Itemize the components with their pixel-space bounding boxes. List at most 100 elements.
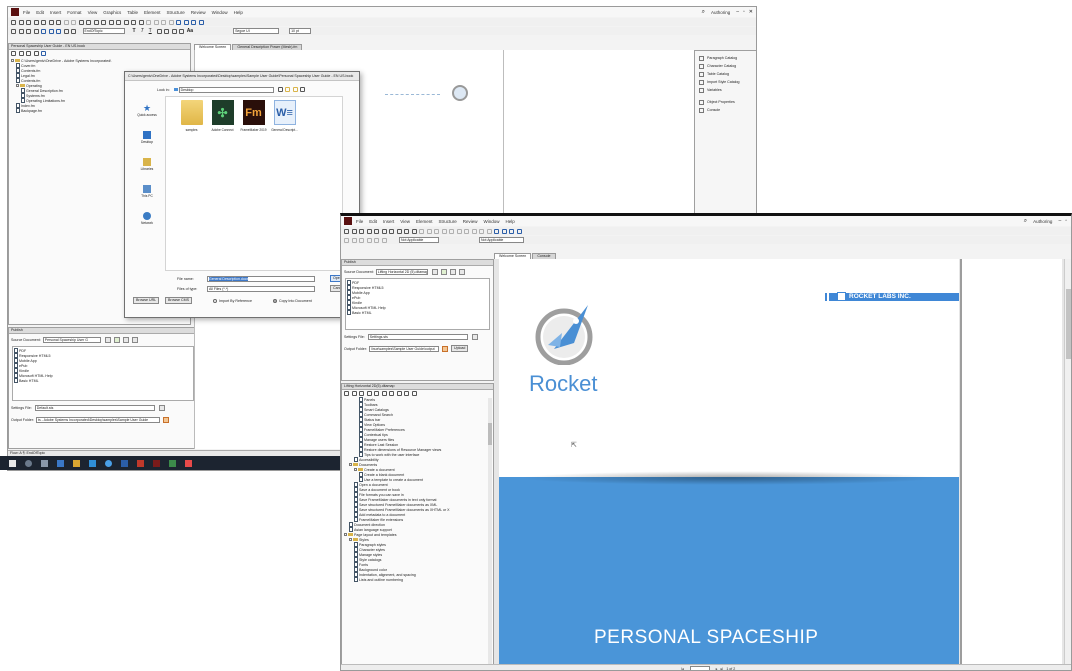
copy-into-document-radio[interactable] (273, 298, 277, 303)
track-changes-icon[interactable] (146, 19, 151, 25)
table-icon[interactable] (41, 28, 46, 34)
ditamap-scroll-thumb[interactable] (488, 423, 492, 445)
place-libraries[interactable]: Libraries (131, 158, 163, 177)
open-icon-front[interactable] (351, 228, 357, 234)
menu-graphics[interactable]: Graphics (103, 10, 121, 15)
menu-structure-front[interactable]: Structure (439, 219, 457, 224)
justify-icon[interactable] (198, 19, 204, 25)
paragraph-style-select-front[interactable]: Not Applicable (399, 237, 439, 243)
up-folder-icon[interactable] (285, 87, 291, 92)
book-add-icon[interactable] (11, 51, 16, 56)
menu-insert-front[interactable]: Insert (383, 219, 394, 224)
collapse-toggle-icon[interactable] (349, 463, 352, 466)
outdent-icon[interactable] (33, 28, 39, 34)
place-network[interactable]: Network (131, 212, 163, 231)
menu-window[interactable]: Window (212, 10, 228, 15)
page-number-input[interactable] (689, 666, 710, 670)
menu-file-front[interactable]: File (356, 219, 363, 224)
workspace-switcher[interactable]: Authoring (711, 10, 730, 15)
menu-window-front[interactable]: Window (484, 219, 500, 224)
settings-file-input[interactable]: Default.sts (34, 405, 155, 411)
subscript-icon[interactable] (164, 28, 170, 34)
catalog-item[interactable]: Table Catalog (699, 70, 753, 78)
menu-help-front[interactable]: Help (506, 219, 515, 224)
publish-refresh-icon-front[interactable] (431, 268, 438, 275)
canvas-scroll-thumb[interactable] (1066, 289, 1071, 359)
menu-edit[interactable]: Edit (36, 10, 44, 15)
output-folder-input[interactable]: ts - Adobe Systems Incorporated\Desktop\… (35, 416, 160, 423)
bullets-icon[interactable] (11, 28, 16, 34)
first-page-icon[interactable]: |◂ (681, 667, 684, 671)
publish-run-icon-front[interactable] (440, 268, 447, 275)
find-icon-front[interactable] (479, 228, 484, 234)
publish-refresh-icon[interactable] (104, 336, 111, 343)
settings-browse-icon-front[interactable] (471, 334, 478, 340)
catalog-item[interactable]: Object Properties (699, 98, 753, 106)
settings-browse-icon[interactable] (158, 405, 165, 411)
place-quick-access[interactable]: ★ Quick access (131, 104, 163, 123)
publish-run-icon[interactable] (113, 336, 120, 343)
output-format-item[interactable]: Basic HTML (14, 378, 192, 383)
look-in-select[interactable]: Desktop (178, 86, 274, 93)
menu-structure[interactable]: Structure (167, 10, 185, 15)
copy-icon-front[interactable] (381, 228, 387, 234)
menu-help[interactable]: Help (234, 10, 243, 15)
font-family-select[interactable]: Segoe UI (233, 28, 280, 34)
bullets-icon-front[interactable] (344, 237, 349, 243)
book-move-down-icon[interactable] (33, 51, 39, 56)
import-by-reference-radio[interactable] (213, 298, 217, 303)
map-save-icon[interactable] (351, 391, 357, 396)
publish-help-icon[interactable] (131, 336, 138, 343)
align-center-icon[interactable] (183, 19, 189, 25)
spellcheck-icon-front[interactable] (471, 228, 477, 234)
anchored-frame-icon-front[interactable] (426, 228, 432, 234)
menu-insert[interactable]: Insert (50, 10, 61, 15)
windows-start-icon[interactable] (9, 459, 16, 467)
map-remove-icon[interactable] (374, 391, 379, 396)
footnote-icon-front[interactable] (449, 228, 454, 234)
columns-icon-front[interactable] (381, 237, 387, 243)
window-close-icon[interactable]: ✕ (749, 9, 753, 15)
cross-ref-icon-front[interactable] (456, 228, 462, 234)
edge-icon[interactable] (89, 459, 96, 467)
menu-table[interactable]: Table (127, 10, 138, 15)
menu-file[interactable]: File (23, 10, 30, 15)
sigma-icon-front[interactable] (464, 228, 469, 234)
align-center-icon-front[interactable] (501, 228, 507, 234)
paste-icon[interactable] (56, 19, 61, 25)
window-minimize-icon[interactable]: – (736, 9, 739, 15)
file-name-input[interactable]: General Description.docx (207, 275, 315, 282)
rows-icon[interactable] (56, 28, 61, 34)
columns-icon[interactable] (48, 28, 54, 34)
map-open-icon[interactable] (344, 391, 349, 396)
file-item-framemaker[interactable]: Fm FrameMaker 2019 (240, 100, 267, 270)
search-icon-front[interactable]: ⌕ (1024, 218, 1027, 225)
output-folder-browse-icon-front[interactable] (441, 345, 448, 352)
source-document-select[interactable]: Personal Spaceship User G (42, 336, 101, 343)
outlook-icon[interactable] (73, 459, 80, 467)
cross-ref-icon[interactable] (108, 19, 114, 25)
table-icon-front[interactable] (374, 237, 379, 243)
map-demote-icon[interactable] (404, 391, 409, 396)
window-maximize-icon[interactable]: ▫ (743, 9, 745, 15)
tree-item[interactable]: Lists and outline numbering (344, 577, 491, 582)
book-move-up-icon[interactable] (26, 51, 31, 56)
variable-icon-front[interactable] (434, 228, 439, 234)
output-folder-browse-icon[interactable] (162, 416, 169, 423)
map-search-icon[interactable] (411, 391, 417, 396)
collapse-toggle-icon[interactable] (354, 468, 357, 471)
font-size-select[interactable]: 10 pt (289, 28, 312, 34)
map-add-topic-icon[interactable] (366, 391, 372, 396)
marker-icon[interactable] (131, 19, 136, 25)
paste-icon-front[interactable] (389, 228, 394, 234)
file-item-adobe-connect[interactable]: ✣ Adobe Connect (209, 100, 236, 270)
insert-table-icon[interactable] (78, 19, 84, 25)
delete-icon-front[interactable] (396, 228, 402, 234)
indent-icon[interactable] (26, 28, 31, 34)
book-generate-icon[interactable] (41, 51, 46, 56)
menu-review-front[interactable]: Review (463, 219, 478, 224)
view-menu-icon[interactable] (300, 87, 306, 92)
publish-help-icon-front[interactable] (458, 268, 465, 275)
align-left-icon-front[interactable] (494, 228, 499, 234)
explorer-icon[interactable] (57, 459, 64, 467)
